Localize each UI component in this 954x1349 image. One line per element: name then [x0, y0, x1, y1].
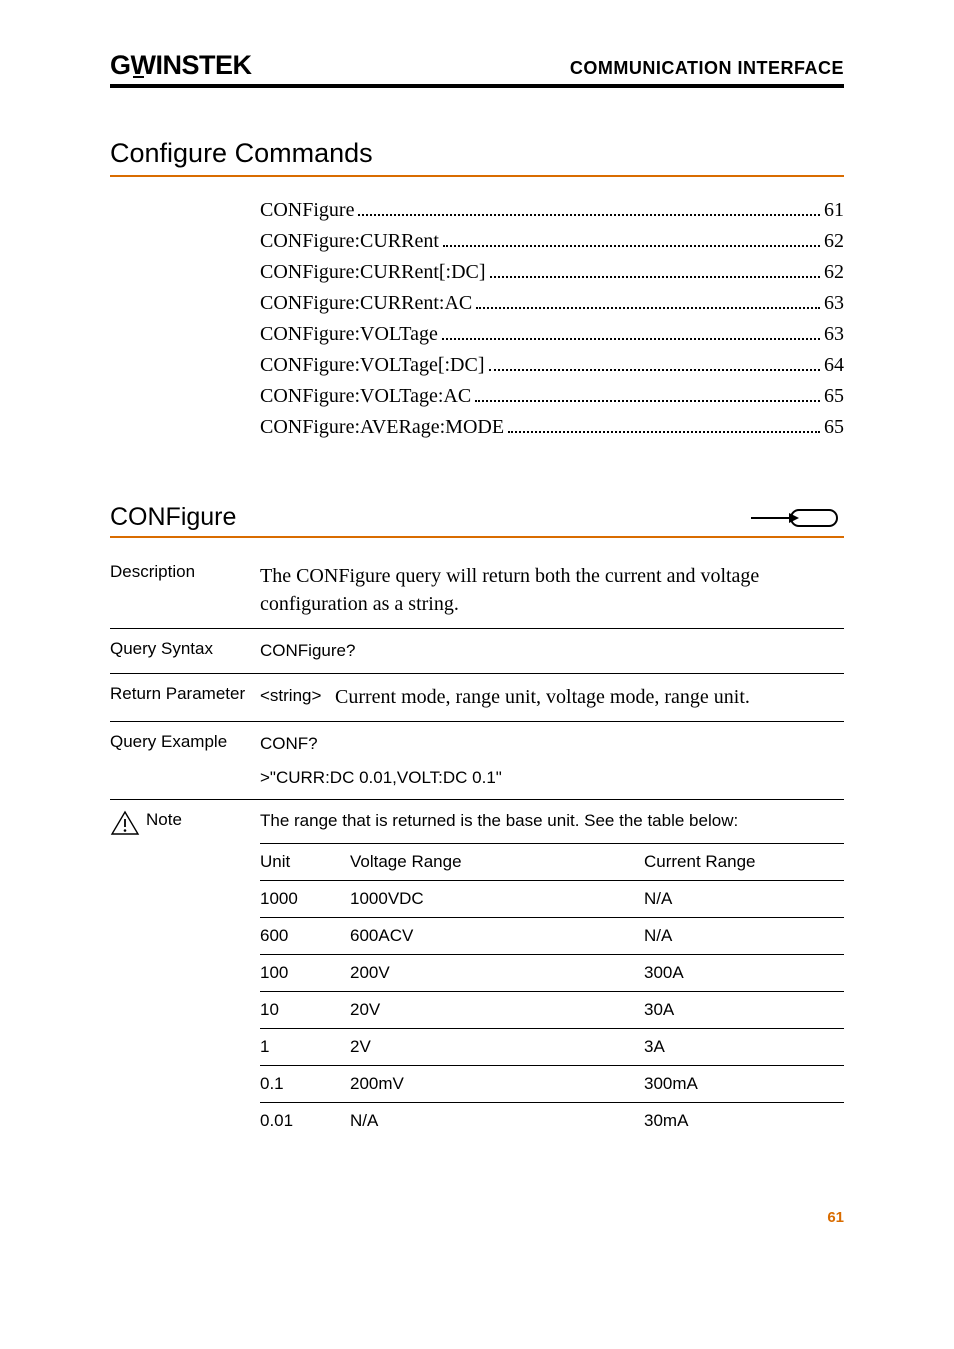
- toc-item: CONFigure:AVERage:MODE 65: [260, 412, 844, 443]
- toc-list: CONFigure 61 CONFigure:CURRent 62 CONFig…: [260, 195, 844, 443]
- note-text: The range that is returned is the base u…: [260, 810, 844, 844]
- toc-item: CONFigure:VOLTage[:DC] 64: [260, 350, 844, 381]
- return-param-label: Return Parameter: [110, 684, 260, 711]
- table-row: 1 2V 3A: [260, 1029, 844, 1066]
- toc-dots: [508, 431, 820, 433]
- cell-vrange: 600ACV: [350, 918, 644, 955]
- toc-item: CONFigure 61: [260, 195, 844, 226]
- toc-page: 62: [824, 226, 844, 257]
- toc-dots: [442, 338, 820, 340]
- cell-crange: N/A: [644, 881, 844, 918]
- cell-unit: 10: [260, 992, 350, 1029]
- description-row: Description The CONFigure query will ret…: [110, 552, 844, 629]
- toc-label: CONFigure:VOLTage:AC: [260, 381, 471, 412]
- cell-unit: 100: [260, 955, 350, 992]
- table-row: 600 600ACV N/A: [260, 918, 844, 955]
- warning-triangle-icon: [110, 810, 140, 836]
- query-syntax-row: Query Syntax CONFigure?: [110, 629, 844, 674]
- page-header: GWINSTEK COMMUNICATION INTERFACE: [110, 50, 844, 88]
- toc-label: CONFigure:CURRent: [260, 226, 439, 257]
- toc-label: CONFigure: [260, 195, 354, 226]
- cell-unit: 1000: [260, 881, 350, 918]
- toc-dots: [443, 245, 820, 247]
- query-icon: [749, 505, 844, 531]
- toc-dots: [489, 369, 820, 371]
- table-row: 1000 1000VDC N/A: [260, 881, 844, 918]
- cell-vrange: 20V: [350, 992, 644, 1029]
- toc-page: 65: [824, 412, 844, 443]
- cell-crange: 30mA: [644, 1103, 844, 1140]
- cell-vrange: 200V: [350, 955, 644, 992]
- cell-crange: 300A: [644, 955, 844, 992]
- cell-crange: 300mA: [644, 1066, 844, 1103]
- toc-label: CONFigure:CURRent[:DC]: [260, 257, 486, 288]
- col-unit-header: Unit: [260, 844, 350, 881]
- query-example-row: Query Example CONF? >"CURR:DC 0.01,VOLT:…: [110, 722, 844, 801]
- cell-vrange: 200mV: [350, 1066, 644, 1103]
- toc-label: CONFigure:VOLTage: [260, 319, 438, 350]
- toc-label: CONFigure:AVERage:MODE: [260, 412, 504, 443]
- return-param-desc: Current mode, range unit, voltage mode, …: [335, 684, 844, 711]
- toc-item: CONFigure:CURRent:AC 63: [260, 288, 844, 319]
- toc-dots: [358, 214, 820, 216]
- toc-item: CONFigure:VOLTage 63: [260, 319, 844, 350]
- query-syntax-label: Query Syntax: [110, 639, 260, 663]
- cell-vrange: 1000VDC: [350, 881, 644, 918]
- cell-crange: N/A: [644, 918, 844, 955]
- cell-unit: 0.01: [260, 1103, 350, 1140]
- table-row: 10 20V 30A: [260, 992, 844, 1029]
- col-vrange-header: Voltage Range: [350, 844, 644, 881]
- command-name: CONFigure: [110, 503, 236, 532]
- toc-dots: [476, 307, 820, 309]
- return-param-row: Return Parameter <string> Current mode, …: [110, 674, 844, 722]
- range-table: Unit Voltage Range Current Range 1000 10…: [260, 844, 844, 1139]
- toc-item: CONFigure:CURRent[:DC] 62: [260, 257, 844, 288]
- cell-vrange: N/A: [350, 1103, 644, 1140]
- query-example-line2: >"CURR:DC 0.01,VOLT:DC 0.1": [260, 766, 844, 790]
- brand-logo: GWINSTEK: [110, 50, 252, 81]
- cell-unit: 1: [260, 1029, 350, 1066]
- cell-crange: 30A: [644, 992, 844, 1029]
- toc-page: 62: [824, 257, 844, 288]
- table-row: 100 200V 300A: [260, 955, 844, 992]
- toc-page: 64: [824, 350, 844, 381]
- query-example-label: Query Example: [110, 732, 260, 790]
- cell-crange: 3A: [644, 1029, 844, 1066]
- note-label: Note: [146, 810, 182, 830]
- description-text: The CONFigure query will return both the…: [260, 562, 844, 618]
- command-heading-row: CONFigure: [110, 503, 844, 538]
- toc-page: 63: [824, 288, 844, 319]
- table-header-row: Unit Voltage Range Current Range: [260, 844, 844, 881]
- table-row: 0.01 N/A 30mA: [260, 1103, 844, 1140]
- query-syntax-value: CONFigure?: [260, 639, 844, 663]
- toc-dots: [490, 276, 820, 278]
- toc-item: CONFigure:VOLTage:AC 65: [260, 381, 844, 412]
- return-param-tag: <string>: [260, 684, 335, 711]
- description-label: Description: [110, 562, 260, 618]
- note-row: Note The range that is returned is the b…: [110, 800, 844, 1139]
- toc-dots: [475, 400, 820, 402]
- section-heading: Configure Commands: [110, 138, 844, 177]
- col-crange-header: Current Range: [644, 844, 844, 881]
- header-title: COMMUNICATION INTERFACE: [570, 58, 844, 79]
- toc-page: 63: [824, 319, 844, 350]
- page-number: 61: [110, 1209, 844, 1226]
- table-row: 0.1 200mV 300mA: [260, 1066, 844, 1103]
- cell-unit: 0.1: [260, 1066, 350, 1103]
- toc-item: CONFigure:CURRent 62: [260, 226, 844, 257]
- toc-label: CONFigure:CURRent:AC: [260, 288, 472, 319]
- query-example-line1: CONF?: [260, 732, 844, 756]
- toc-page: 65: [824, 381, 844, 412]
- cell-vrange: 2V: [350, 1029, 644, 1066]
- toc-label: CONFigure:VOLTage[:DC]: [260, 350, 485, 381]
- toc-page: 61: [824, 195, 844, 226]
- cell-unit: 600: [260, 918, 350, 955]
